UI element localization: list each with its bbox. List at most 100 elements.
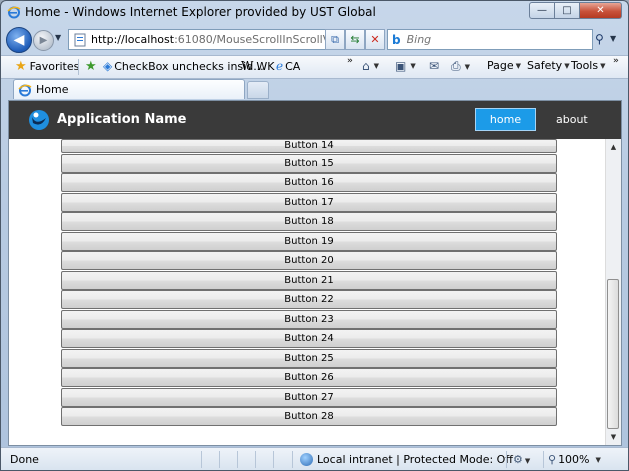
- list-button[interactable]: Button 27: [61, 387, 557, 407]
- wikipedia-icon: W: [241, 59, 254, 73]
- scrollbar-thumb[interactable]: [607, 279, 619, 429]
- toolbar-overflow-chevron[interactable]: »: [613, 56, 619, 66]
- vertical-scrollbar[interactable]: ▲ ▼: [605, 139, 621, 445]
- minimize-button[interactable]: —: [529, 2, 555, 19]
- dropdown-arrow-icon: ▼: [464, 62, 470, 71]
- refresh-icon: ⇆: [350, 33, 360, 46]
- ie-logo-icon: [18, 84, 32, 96]
- security-zone[interactable]: Local intranet | Protected Mode: Off: [300, 453, 513, 466]
- add-favorite-button[interactable]: ★: [85, 59, 100, 74]
- refresh-button[interactable]: ⇆: [345, 29, 365, 50]
- dropdown-arrow-icon: ▼: [595, 455, 601, 464]
- new-tab-button[interactable]: [247, 81, 269, 99]
- tools-menu[interactable]: Tools ▼: [571, 59, 606, 72]
- favorites-label: Favorites: [29, 60, 80, 73]
- browser-window: Home - Windows Internet Explorer provide…: [0, 0, 629, 471]
- favorites-button[interactable]: ★ Favorites: [15, 59, 79, 74]
- close-button[interactable]: ✕: [580, 2, 622, 19]
- list-button[interactable]: Button 20: [61, 251, 557, 270]
- status-divider: [201, 451, 202, 468]
- app-name: Application Name: [57, 112, 187, 127]
- status-divider: [543, 451, 544, 468]
- maximize-button[interactable]: □: [555, 2, 580, 19]
- page-content: Application Name home about Button 14 Bu…: [8, 100, 622, 446]
- compatibility-view-button[interactable]: ⧉: [325, 29, 345, 50]
- favorite-link-ca[interactable]: ℯ CA: [276, 59, 300, 73]
- status-text: Done: [10, 453, 39, 466]
- print-button[interactable]: ⎙ ▼: [451, 59, 470, 74]
- ie-logo-icon: [7, 6, 21, 19]
- search-options-dropdown[interactable]: ▼: [610, 34, 616, 43]
- search-input[interactable]: [404, 32, 559, 47]
- list-button[interactable]: Button 15: [61, 153, 557, 173]
- arrow-left-icon: ◀: [13, 32, 25, 48]
- page-menu-label: Page: [487, 59, 514, 72]
- zoom-control[interactable]: ⚲ 100% ▼: [548, 453, 601, 466]
- home-icon: ⌂: [362, 59, 370, 73]
- dropdown-arrow-icon: ▼: [600, 61, 606, 70]
- favorite-link-wk[interactable]: W WK: [241, 59, 274, 73]
- scroll-up-arrow-icon[interactable]: ▲: [606, 139, 621, 155]
- globe-icon: [300, 453, 313, 466]
- separator: [78, 59, 79, 75]
- status-divider: [255, 451, 256, 468]
- list-button[interactable]: Button 23: [61, 309, 557, 329]
- app-logo-icon: [29, 110, 49, 130]
- read-mail-button[interactable]: ✉: [429, 59, 441, 73]
- button-list: Button 14 Button 15 Button 16 Button 17 …: [61, 139, 557, 427]
- recent-pages-dropdown[interactable]: ▼: [55, 33, 61, 42]
- tools-menu-label: Tools: [571, 59, 599, 72]
- tab-label: Home: [36, 83, 69, 96]
- scroll-viewer[interactable]: Button 14 Button 15 Button 16 Button 17 …: [9, 139, 605, 445]
- window-title: Home - Windows Internet Explorer provide…: [25, 5, 376, 19]
- zoom-level: 100%: [558, 453, 590, 466]
- web-slice-icon: ◈: [103, 59, 113, 73]
- status-divider: [237, 451, 238, 468]
- printer-icon: ⎙: [451, 59, 461, 73]
- status-bar: Done Local intranet | Protected Mode: Of…: [1, 447, 628, 470]
- list-button[interactable]: Button 21: [61, 270, 557, 290]
- ie-page-icon: ℯ: [276, 59, 284, 73]
- url-host: http://localhost: [91, 33, 175, 46]
- title-bar[interactable]: Home - Windows Internet Explorer provide…: [1, 1, 628, 23]
- home-button[interactable]: ⌂ ▼: [362, 59, 379, 73]
- favorite-link-label: WK: [256, 59, 275, 73]
- nav-home-link[interactable]: home: [475, 108, 536, 131]
- list-button[interactable]: Button 26: [61, 368, 557, 387]
- tab-home[interactable]: Home: [13, 79, 245, 99]
- list-button[interactable]: Button 24: [61, 329, 557, 348]
- dropdown-arrow-icon: ▼: [524, 457, 531, 465]
- app-header: Application Name home about: [9, 101, 621, 139]
- compatibility-icon: ⧉: [331, 32, 339, 46]
- forward-button[interactable]: ▶: [33, 30, 54, 51]
- page-menu[interactable]: Page ▼: [487, 59, 521, 72]
- list-button[interactable]: Button 18: [61, 212, 557, 231]
- tab-bar: Home: [1, 78, 628, 100]
- scroll-down-arrow-icon[interactable]: ▼: [606, 429, 621, 445]
- stop-button[interactable]: ✕: [365, 29, 385, 50]
- favorites-overflow-chevron[interactable]: »: [347, 56, 353, 66]
- zoom-icon: ⚲: [548, 453, 557, 466]
- list-button[interactable]: Button 19: [61, 231, 557, 251]
- arrow-right-icon: ▶: [39, 35, 48, 46]
- feeds-button[interactable]: ▣ ▼: [395, 59, 416, 73]
- window-controls: — □ ✕: [529, 2, 622, 19]
- page-icon: [74, 33, 86, 46]
- safety-menu[interactable]: Safety ▼: [527, 59, 570, 72]
- list-button[interactable]: Button 17: [61, 192, 557, 212]
- list-button[interactable]: Button 25: [61, 348, 557, 368]
- back-button[interactable]: ◀: [6, 27, 32, 53]
- favorite-link-label: CA: [285, 59, 301, 73]
- list-button[interactable]: Button 28: [61, 407, 557, 426]
- zone-text: Local intranet | Protected Mode: Off: [317, 453, 513, 466]
- search-box[interactable]: b: [387, 29, 593, 50]
- list-button[interactable]: Button 22: [61, 290, 557, 309]
- nav-about-link[interactable]: about: [556, 113, 588, 126]
- favorite-link-checkbox[interactable]: ◈ CheckBox unchecks insid...: [103, 59, 264, 73]
- list-button[interactable]: Button 16: [61, 173, 557, 192]
- search-icon[interactable]: ⚲: [595, 32, 604, 46]
- dropdown-arrow-icon: ▼: [373, 62, 380, 70]
- list-button[interactable]: Button 14: [61, 139, 557, 153]
- add-favorite-icon: ★: [85, 59, 97, 74]
- protected-mode-icon[interactable]: ⚙ ▼: [513, 453, 530, 466]
